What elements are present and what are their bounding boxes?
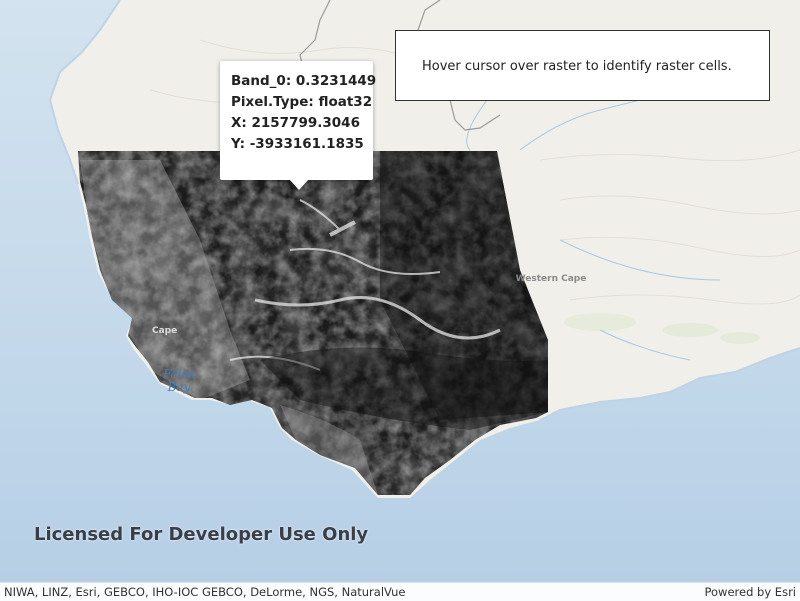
y-coordinate: Y: -3933161.1835 — [231, 136, 364, 152]
attribution-bar[interactable]: NIWA, LINZ, Esri, GEBCO, IHO-IOC GEBCO, … — [0, 582, 800, 601]
pixel-type: Pixel.Type: float32 — [231, 94, 373, 110]
x-coordinate: X: 2157799.3046 — [231, 115, 360, 131]
city-label-partial: Cape — [152, 326, 177, 336]
bay-label-line2: Bay — [167, 380, 191, 394]
identify-popup: Band_0: 0.3231449 Pixel.Type: float32 X:… — [220, 61, 377, 190]
instruction-text: Hover cursor over raster to identify ras… — [422, 59, 732, 74]
band-value: Band_0: 0.3231449 — [231, 73, 377, 89]
powered-by-esri[interactable]: Powered by Esri — [705, 583, 797, 601]
province-label: Western Cape — [516, 274, 587, 284]
bay-label-line1: False — [162, 367, 195, 381]
popup-pointer — [289, 179, 309, 190]
attribution-credits[interactable]: NIWA, LINZ, Esri, GEBCO, IHO-IOC GEBCO, … — [4, 583, 405, 601]
developer-license-watermark: Licensed For Developer Use Only — [34, 524, 369, 545]
instruction-panel: Hover cursor over raster to identify ras… — [395, 30, 770, 101]
